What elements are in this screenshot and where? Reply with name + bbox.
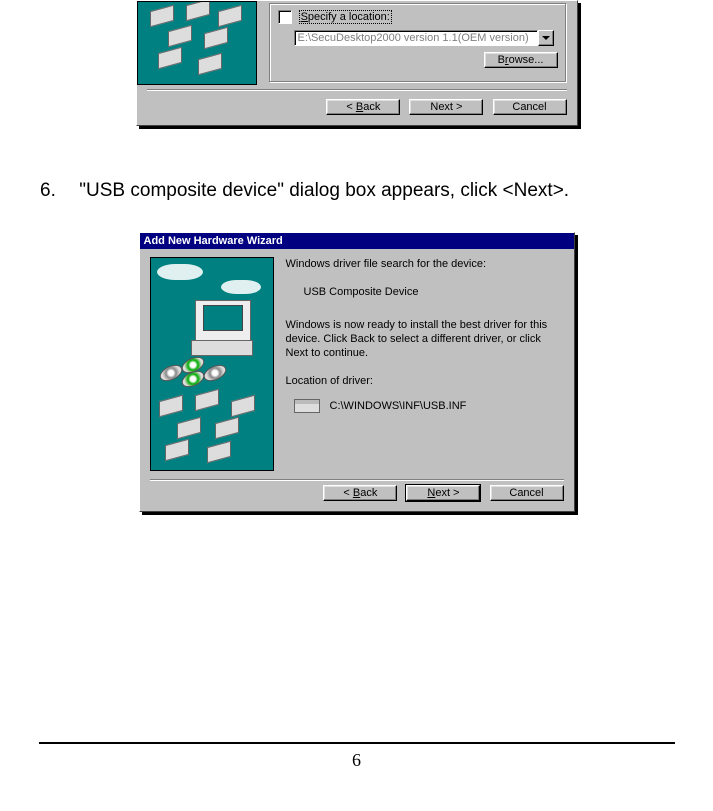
- floppy-icon: [215, 417, 239, 439]
- floppy-icon: [218, 5, 242, 27]
- cloud-icon: [157, 264, 203, 280]
- next-button[interactable]: Next >: [409, 99, 483, 115]
- floppy-icon: [159, 395, 183, 417]
- disc-icon: [201, 362, 229, 385]
- driver-location-value: C:\WINDOWS\INF\USB.INF: [330, 399, 467, 413]
- back-button[interactable]: < Back: [323, 485, 397, 501]
- page-number: 6: [0, 744, 713, 771]
- location-combo-text[interactable]: E:\SecuDesktop2000 version 1.1(OEM versi…: [294, 30, 538, 46]
- floppy-icon: [195, 389, 219, 411]
- step-6-text: 6. "USB composite device" dialog box app…: [40, 180, 713, 202]
- floppy-icon: [150, 5, 174, 27]
- wizard-side-image: [150, 257, 274, 471]
- floppy-icon: [204, 27, 228, 49]
- cancel-button[interactable]: Cancel: [490, 485, 564, 501]
- floppy-icon: [158, 47, 182, 69]
- wizard-side-image: [137, 1, 257, 85]
- location-group: Specify a location: E:\SecuDesktop2000 v…: [269, 3, 567, 83]
- specify-location-label[interactable]: Specify a location:: [299, 10, 392, 24]
- search-caption: Windows driver file search for the devic…: [286, 257, 564, 271]
- location-combo-drop[interactable]: [538, 30, 554, 46]
- ready-caption: Windows is now ready to install the best…: [286, 318, 564, 361]
- next-button[interactable]: Next >: [406, 485, 480, 501]
- step-number: 6.: [40, 180, 74, 202]
- floppy-icon: [168, 25, 192, 47]
- device-name: USB Composite Device: [304, 285, 564, 299]
- chevron-down-icon: [538, 30, 554, 46]
- back-button[interactable]: < Back: [326, 99, 400, 115]
- floppy-icon: [207, 441, 231, 463]
- floppy-icon: [198, 53, 222, 75]
- disc-icon: [157, 362, 185, 385]
- floppy-icon: [177, 417, 201, 439]
- pc-base-icon: [191, 340, 253, 356]
- pc-icon: [195, 300, 251, 342]
- floppy-icon: [231, 395, 255, 417]
- drive-icon: [294, 399, 320, 413]
- add-hardware-dialog-top: Specify a location: E:\SecuDesktop2000 v…: [136, 0, 578, 126]
- floppy-icon: [186, 1, 210, 21]
- add-hardware-dialog: Add New Hardware Wizard: [139, 232, 575, 512]
- dialog-title: Add New Hardware Wizard: [140, 233, 574, 249]
- location-label: Location of driver:: [286, 374, 564, 388]
- cloud-icon: [221, 280, 261, 294]
- cancel-button[interactable]: Cancel: [493, 99, 567, 115]
- specify-location-checkbox[interactable]: [278, 10, 292, 24]
- browse-button[interactable]: Browse...: [484, 52, 558, 68]
- floppy-icon: [165, 439, 189, 461]
